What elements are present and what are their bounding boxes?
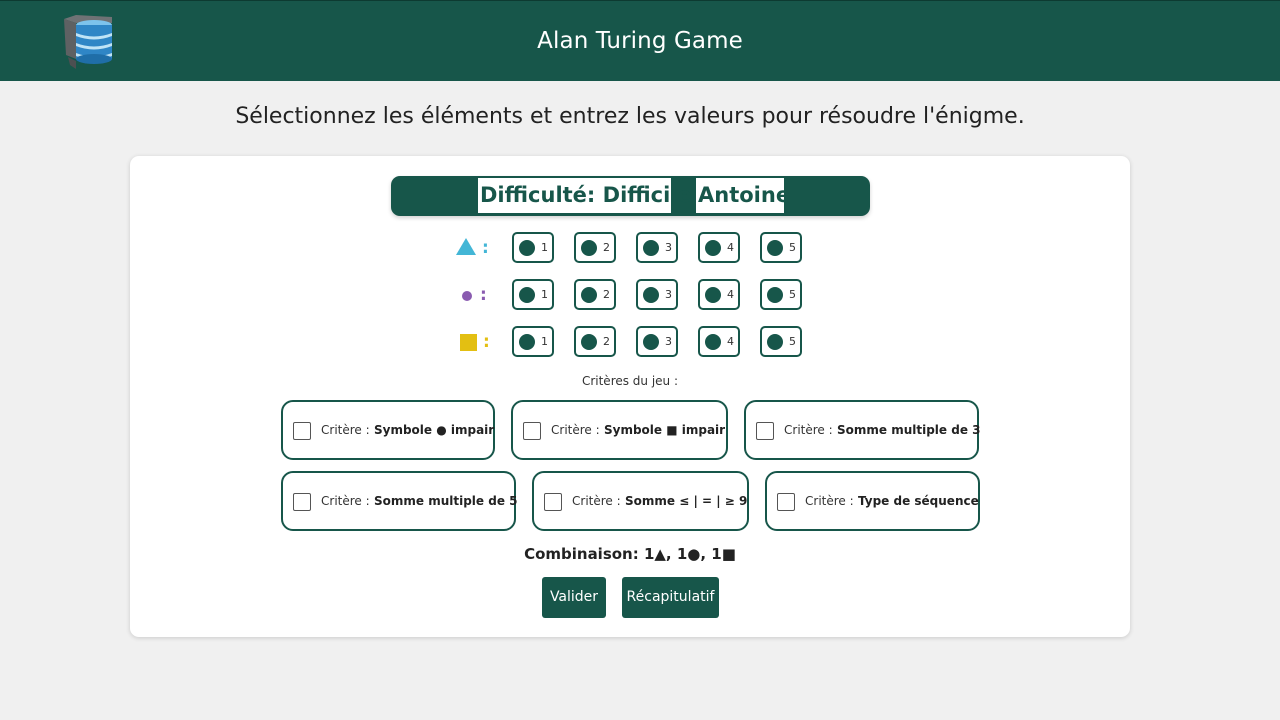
circle-option-2[interactable]: 2 bbox=[574, 279, 616, 310]
triangle-symbol: : bbox=[456, 232, 496, 264]
criterion-label: Critère : bbox=[805, 494, 854, 508]
square-option-3[interactable]: 3 bbox=[636, 326, 678, 357]
criterion-value: Type de séquence bbox=[858, 494, 979, 508]
square-option-4[interactable]: 4 bbox=[698, 326, 740, 357]
option-number: 3 bbox=[665, 335, 672, 348]
triangle-icon bbox=[456, 238, 476, 255]
top-bar: Alan Turing Game bbox=[0, 0, 1280, 81]
radio-icon[interactable] bbox=[581, 334, 597, 350]
triangle-option-1[interactable]: 1 bbox=[512, 232, 554, 263]
option-number: 4 bbox=[727, 335, 734, 348]
radio-icon[interactable] bbox=[581, 240, 597, 256]
option-number: 2 bbox=[603, 241, 610, 254]
triangle-option-5[interactable]: 5 bbox=[760, 232, 802, 263]
criterion-card-2[interactable]: Critère : Symbole ■ impair bbox=[511, 400, 728, 460]
circle-row: : 1 2 3 4 5 bbox=[130, 279, 1130, 311]
radio-icon[interactable] bbox=[519, 334, 535, 350]
option-number: 4 bbox=[727, 241, 734, 254]
option-number: 5 bbox=[789, 335, 796, 348]
option-number: 3 bbox=[665, 241, 672, 254]
criterion-card-5[interactable]: Critère : Somme ≤ | = | ≥ 9 bbox=[532, 471, 749, 531]
criterion-label: Critère : bbox=[321, 494, 370, 508]
criterion-label: Critère : bbox=[784, 423, 833, 437]
criterion-value: Somme multiple de 3 bbox=[837, 423, 981, 437]
option-number: 1 bbox=[541, 335, 548, 348]
criterion-checkbox[interactable] bbox=[777, 493, 795, 511]
difficulty-label: Difficulté: Difficile bbox=[478, 178, 692, 213]
option-number: 1 bbox=[541, 288, 548, 301]
row-colon: : bbox=[480, 285, 487, 305]
radio-icon[interactable] bbox=[643, 287, 659, 303]
criterion-checkbox[interactable] bbox=[293, 493, 311, 511]
radio-icon[interactable] bbox=[519, 287, 535, 303]
radio-icon[interactable] bbox=[767, 287, 783, 303]
criterion-value: Symbole ■ impair bbox=[604, 423, 726, 437]
criterion-label: Critère : bbox=[551, 423, 600, 437]
square-option-2[interactable]: 2 bbox=[574, 326, 616, 357]
app-title: Alan Turing Game bbox=[537, 28, 743, 54]
radio-icon[interactable] bbox=[581, 287, 597, 303]
triangle-option-4[interactable]: 4 bbox=[698, 232, 740, 263]
square-icon bbox=[460, 334, 477, 351]
criterion-card-1[interactable]: Critère : Symbole ● impair bbox=[281, 400, 495, 460]
triangle-option-2[interactable]: 2 bbox=[574, 232, 616, 263]
circle-option-3[interactable]: 3 bbox=[636, 279, 678, 310]
circle-option-1[interactable]: 1 bbox=[512, 279, 554, 310]
criterion-checkbox[interactable] bbox=[523, 422, 541, 440]
radio-icon[interactable] bbox=[705, 334, 721, 350]
radio-icon[interactable] bbox=[519, 240, 535, 256]
radio-icon[interactable] bbox=[643, 334, 659, 350]
row-colon: : bbox=[482, 238, 489, 258]
radio-icon[interactable] bbox=[643, 240, 659, 256]
triangle-row: : 1 2 3 4 5 bbox=[130, 232, 1130, 264]
criterion-card-3[interactable]: Critère : Somme multiple de 3 bbox=[744, 400, 981, 460]
instruction-text: Sélectionnez les éléments et entrez les … bbox=[235, 104, 1025, 129]
criterion-checkbox[interactable] bbox=[544, 493, 562, 511]
radio-icon[interactable] bbox=[767, 240, 783, 256]
radio-icon[interactable] bbox=[705, 240, 721, 256]
criterion-checkbox[interactable] bbox=[293, 422, 311, 440]
summary-button[interactable]: Récapitulatif bbox=[622, 577, 719, 618]
option-number: 2 bbox=[603, 335, 610, 348]
circle-option-4[interactable]: 4 bbox=[698, 279, 740, 310]
square-row: : 1 2 3 4 5 bbox=[130, 326, 1130, 358]
option-number: 3 bbox=[665, 288, 672, 301]
player-name: Antoine bbox=[696, 178, 790, 213]
criterion-label: Critère : bbox=[572, 494, 621, 508]
option-number: 2 bbox=[603, 288, 610, 301]
row-colon: : bbox=[483, 332, 490, 352]
criterion-value: Somme multiple de 5 bbox=[374, 494, 518, 508]
criterion-card-6[interactable]: Critère : Type de séquence bbox=[765, 471, 980, 531]
game-card: Difficulté: Difficile Antoine : 1 2 3 4 … bbox=[130, 156, 1130, 637]
square-symbol: : bbox=[456, 326, 496, 358]
square-option-5[interactable]: 5 bbox=[760, 326, 802, 357]
criteria-title: Critères du jeu : bbox=[581, 374, 679, 388]
circle-icon bbox=[462, 290, 472, 301]
radio-icon[interactable] bbox=[705, 287, 721, 303]
validate-button[interactable]: Valider bbox=[542, 577, 606, 618]
option-number: 5 bbox=[789, 241, 796, 254]
criterion-checkbox[interactable] bbox=[756, 422, 774, 440]
circle-symbol: : bbox=[456, 279, 496, 311]
circle-option-5[interactable]: 5 bbox=[760, 279, 802, 310]
radio-icon[interactable] bbox=[767, 334, 783, 350]
square-option-1[interactable]: 1 bbox=[512, 326, 554, 357]
combination-text: Combinaison: 1▲, 1●, 1■ bbox=[524, 545, 736, 563]
triangle-option-3[interactable]: 3 bbox=[636, 232, 678, 263]
option-number: 5 bbox=[789, 288, 796, 301]
criterion-value: Symbole ● impair bbox=[374, 423, 495, 437]
option-number: 4 bbox=[727, 288, 734, 301]
criterion-label: Critère : bbox=[321, 423, 370, 437]
criterion-value: Somme ≤ | = | ≥ 9 bbox=[625, 494, 748, 508]
criterion-card-4[interactable]: Critère : Somme multiple de 5 bbox=[281, 471, 518, 531]
option-number: 1 bbox=[541, 241, 548, 254]
game-info-banner: Difficulté: Difficile Antoine bbox=[391, 176, 870, 216]
